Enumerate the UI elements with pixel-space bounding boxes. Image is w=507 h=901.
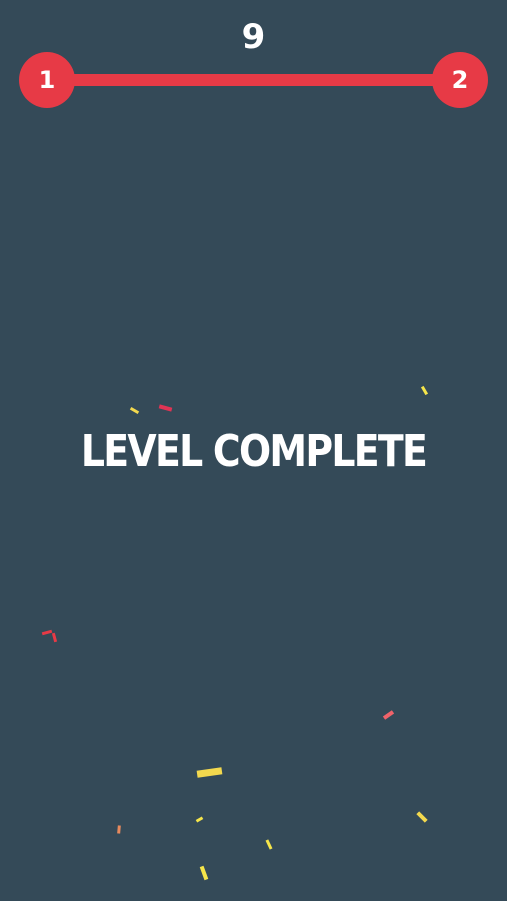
- confetti-piece: [382, 710, 395, 720]
- confetti-piece: [129, 406, 140, 415]
- level-progress-bar: [47, 74, 460, 86]
- score-counter: 9: [241, 17, 266, 57]
- confetti-piece: [196, 767, 223, 778]
- confetti-piece: [158, 404, 173, 412]
- next-level-badge: 2: [432, 52, 488, 108]
- current-level-badge: 1: [19, 52, 75, 108]
- confetti-piece: [195, 816, 204, 823]
- confetti-piece: [265, 839, 273, 850]
- confetti-piece: [51, 632, 58, 643]
- confetti-piece: [41, 629, 53, 636]
- level-complete-message: LEVEL COMPLETE: [80, 426, 428, 477]
- confetti-piece: [199, 865, 209, 881]
- confetti-piece: [420, 385, 429, 396]
- confetti-piece: [117, 825, 121, 834]
- confetti-piece: [416, 811, 428, 823]
